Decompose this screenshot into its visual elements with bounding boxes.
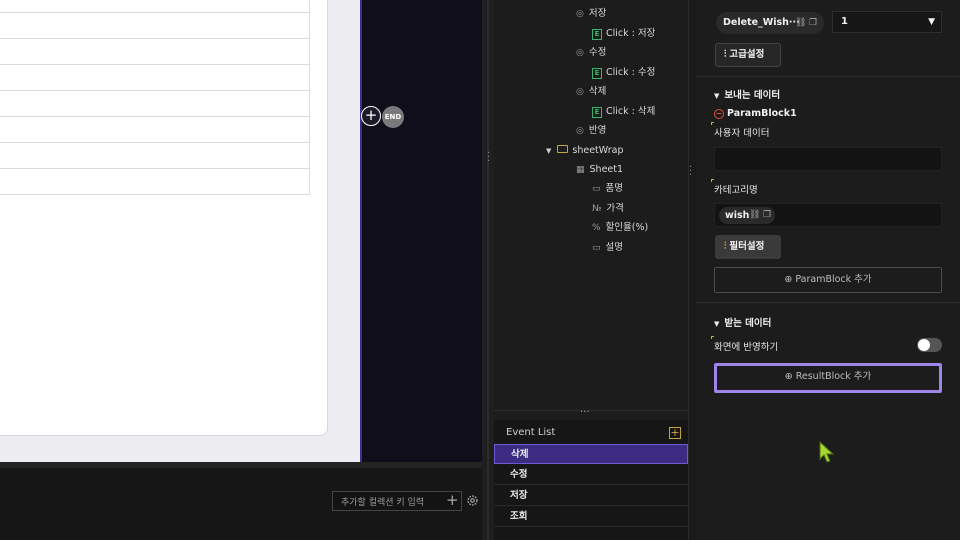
caret-down-icon[interactable]: ▼ xyxy=(546,142,551,160)
receive-data-section[interactable]: ▼ 받는 데이터 xyxy=(714,315,771,329)
tree-item-product-name[interactable]: ▭ 품명 xyxy=(592,180,623,198)
eye-icon: ◎ xyxy=(576,48,584,58)
event-item-query[interactable]: 조회 xyxy=(494,507,688,527)
reflect-toggle[interactable] xyxy=(917,338,942,352)
percent-field-icon: % xyxy=(592,223,601,233)
add-node-button[interactable]: + xyxy=(361,106,381,126)
event-list-panel: Event List + 삭제 수정 저장 조회 xyxy=(494,420,688,540)
category-field[interactable]: wish ⛓ ❐ xyxy=(714,203,942,227)
flow-canvas[interactable] xyxy=(362,0,482,462)
plus-circle-icon: ⊕ xyxy=(784,274,793,285)
text-field-icon: ▭ xyxy=(592,243,601,253)
filter-settings-button[interactable]: ⫶ 필터설정 xyxy=(715,235,781,259)
send-data-section[interactable]: ▼ 보내는 데이터 xyxy=(714,87,780,101)
tree-item-edit[interactable]: ◎ 수정 xyxy=(576,44,606,62)
add-key-button[interactable]: + xyxy=(446,491,459,509)
tree-item-discount[interactable]: % 할인율(%) xyxy=(592,219,648,237)
folder-icon xyxy=(557,145,569,153)
gear-icon[interactable] xyxy=(466,494,479,507)
grid-icon: ▦ xyxy=(576,165,585,175)
add-paramblock-button[interactable]: ⊕ ParamBlock 추가 xyxy=(714,267,942,293)
chevron-down-icon: ▼ xyxy=(714,92,720,100)
drag-handle-icon[interactable]: ··· xyxy=(689,163,692,181)
tree-item-save[interactable]: ◎ 저장 xyxy=(576,5,606,23)
tree-item-sheet1[interactable]: ▦ Sheet1 xyxy=(576,161,623,179)
eye-icon: ◎ xyxy=(576,9,584,19)
table-row[interactable] xyxy=(0,13,310,39)
sliders-icon: ⫶ xyxy=(724,241,727,252)
function-chip[interactable]: Delete_Wish··· ⛓ ❐ xyxy=(716,12,824,34)
event-item-save[interactable]: 저장 xyxy=(494,486,688,506)
event-item-edit[interactable]: 수정 xyxy=(494,465,688,485)
event-list-title: Event List xyxy=(506,427,556,438)
event-badge-icon: E xyxy=(592,29,602,40)
table-row[interactable] xyxy=(0,65,310,91)
drag-handle-icon[interactable]: ··· xyxy=(487,149,490,167)
tree-item-sheetwrap[interactable]: ▼ sheetWrap xyxy=(546,142,624,160)
remove-icon[interactable]: − xyxy=(714,109,724,119)
param-block-title: − ParamBlock1 xyxy=(714,108,797,119)
mouse-cursor-icon xyxy=(819,441,835,463)
plus-circle-icon: ⊕ xyxy=(784,371,793,382)
component-tree: ◎ 저장 E Click : 저장 ◎ 수정 E Click : 수정 ◎ 삭제 E Cli… xyxy=(494,0,688,410)
table-row[interactable] xyxy=(0,39,310,65)
category-chip[interactable]: wish ⛓ ❐ xyxy=(719,207,775,224)
event-badge-icon: E xyxy=(592,107,602,118)
advanced-settings-button[interactable]: ⫶ 고급설정 xyxy=(715,43,781,67)
splitter-right[interactable] xyxy=(688,0,696,540)
chevron-down-icon: ▼ xyxy=(714,320,720,328)
app-root: + END 추가할 컬렉션 키 입력 + · · · ◎ 저장 E Click : 저장… xyxy=(0,0,960,540)
table-row[interactable] xyxy=(0,0,310,13)
table-row[interactable] xyxy=(0,143,310,169)
splitter-left[interactable] xyxy=(482,0,494,540)
sheet-grid xyxy=(0,0,310,195)
add-event-button[interactable]: + xyxy=(669,427,681,439)
user-data-field[interactable] xyxy=(714,147,942,171)
text-field-icon: ▭ xyxy=(592,184,601,194)
copy-icon[interactable]: ❐ xyxy=(809,12,817,34)
user-data-label: 사용자 데이터 xyxy=(711,122,769,139)
tree-item-price[interactable]: № 가격 xyxy=(592,200,624,218)
eye-icon: ◎ xyxy=(576,126,584,136)
divider xyxy=(696,302,960,303)
divider xyxy=(696,76,960,77)
table-row[interactable] xyxy=(0,117,310,143)
reflect-label: 화면에 반영하기 xyxy=(711,336,778,353)
design-canvas[interactable] xyxy=(0,0,362,462)
panel-splitter[interactable]: ··· xyxy=(494,407,688,420)
tree-item-click-edit[interactable]: E Click : 수정 xyxy=(592,64,655,82)
tree-item-click-delete[interactable]: E Click : 삭제 xyxy=(592,103,655,121)
sheet-preview[interactable] xyxy=(0,0,328,436)
tree-item-delete[interactable]: ◎ 삭제 xyxy=(576,83,606,101)
number-field-icon: № xyxy=(592,204,602,214)
event-item-delete[interactable]: 삭제 xyxy=(494,444,688,464)
chevron-down-icon: ▼ xyxy=(928,17,935,27)
unlink-icon[interactable]: ⛓ xyxy=(749,207,760,224)
sliders-icon: ⫶ xyxy=(724,49,727,60)
eye-icon: ◎ xyxy=(576,87,584,97)
event-badge-icon: E xyxy=(592,68,602,79)
add-resultblock-button[interactable]: ⊕ ResultBlock 추가 xyxy=(714,363,942,393)
tree-item-click-save[interactable]: E Click : 저장 xyxy=(592,25,655,43)
category-label: 카테고리명 xyxy=(711,179,758,196)
table-row[interactable] xyxy=(0,169,310,195)
collection-key-input[interactable]: 추가할 컬렉션 키 입력 xyxy=(332,491,462,511)
unlink-icon[interactable]: ⛓ xyxy=(795,12,806,34)
table-row[interactable] xyxy=(0,91,310,117)
tree-item-apply[interactable]: ◎ 반영 xyxy=(576,122,606,140)
count-select[interactable]: 1 ▼ xyxy=(832,11,942,33)
drag-handle-icon[interactable]: ··· xyxy=(580,407,590,418)
tree-item-description[interactable]: ▭ 설명 xyxy=(592,239,623,257)
end-node[interactable]: END xyxy=(382,106,404,128)
copy-icon[interactable]: ❐ xyxy=(763,207,771,224)
